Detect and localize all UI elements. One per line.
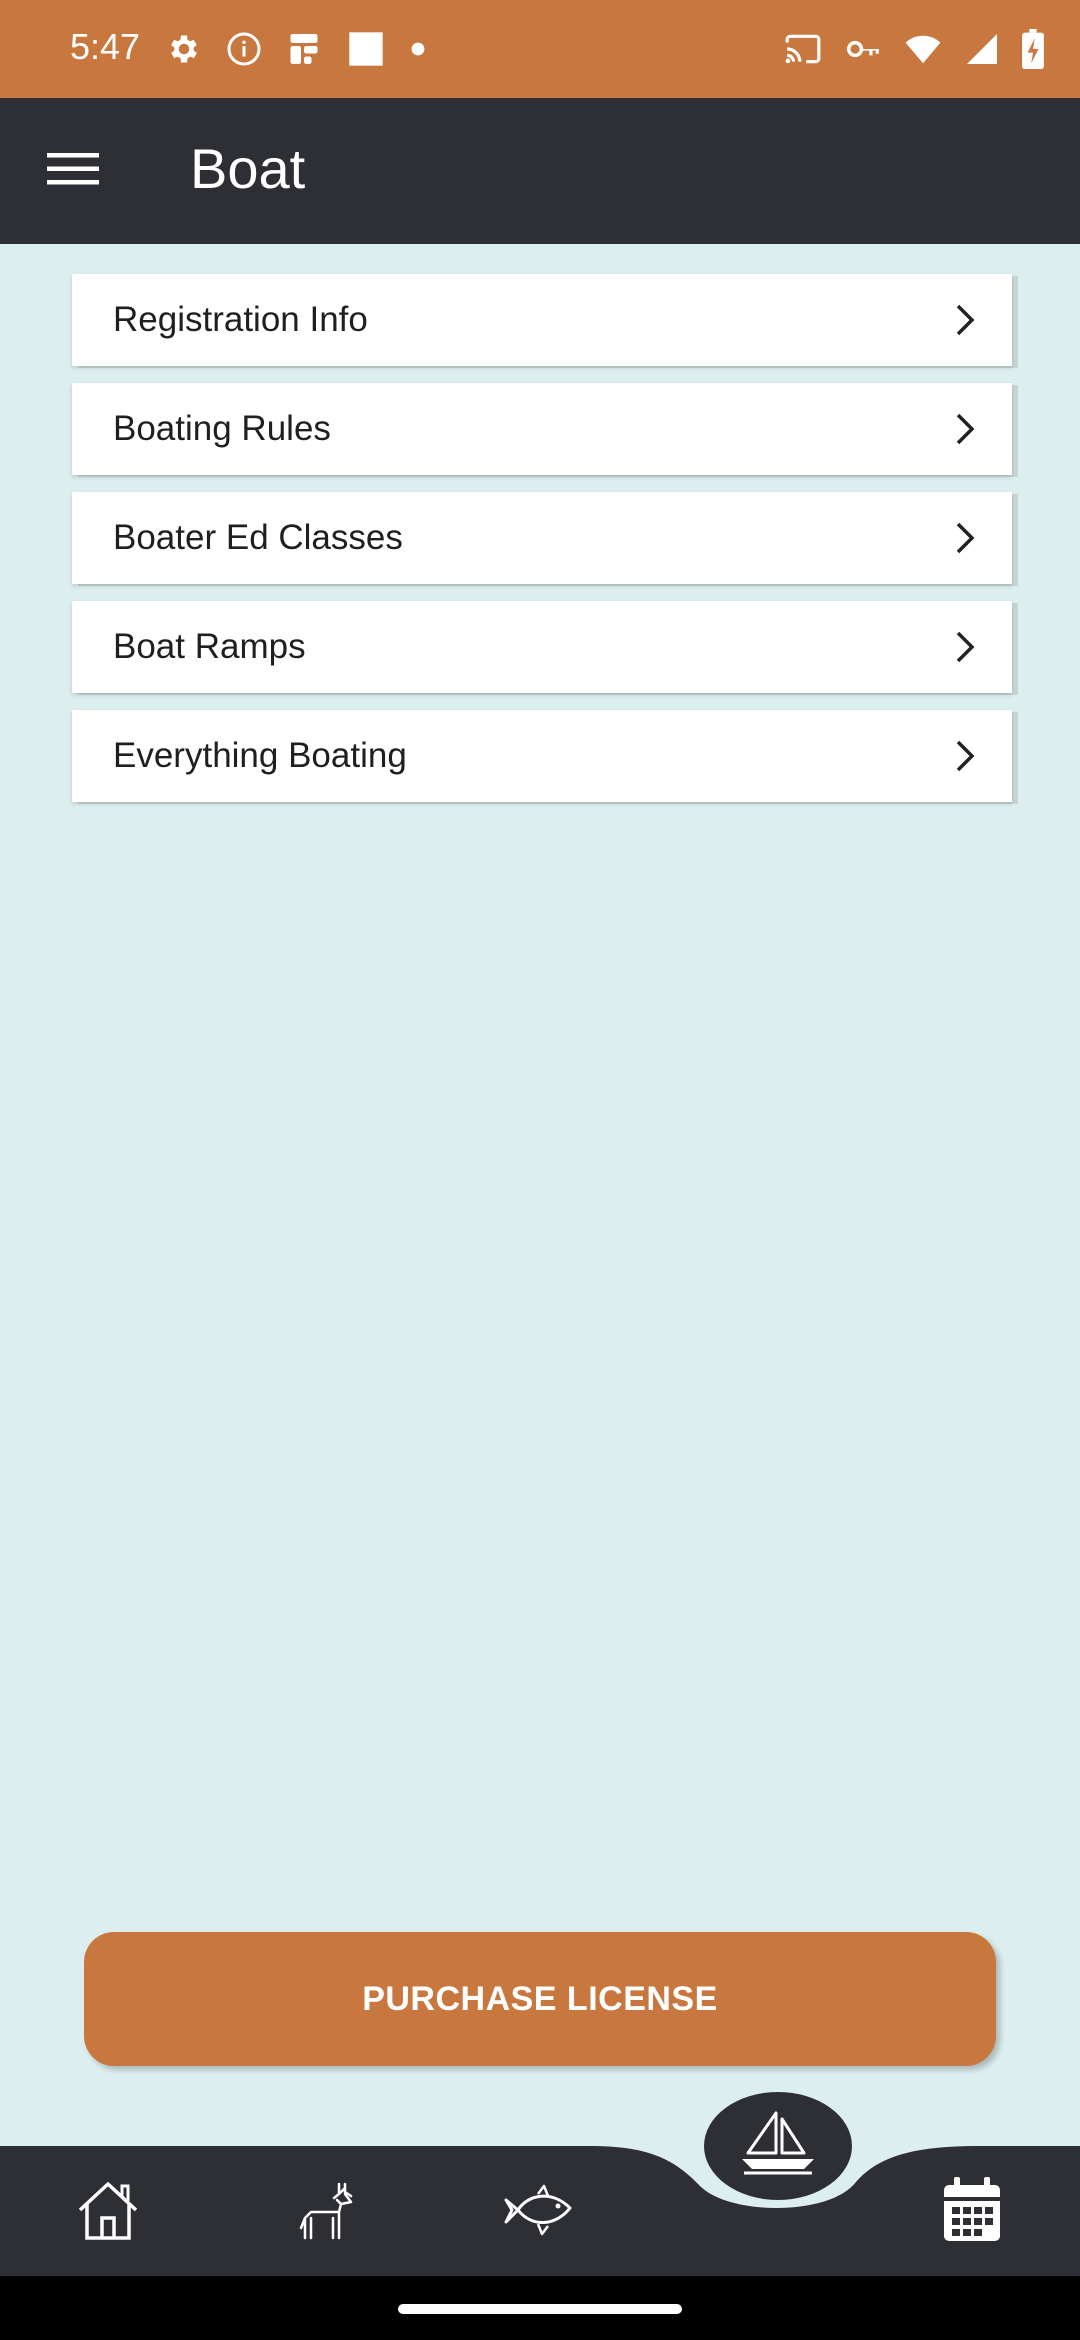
bottom-nav <box>0 2090 1080 2280</box>
app-notification-icon <box>286 31 322 67</box>
gesture-bar <box>0 2276 1080 2340</box>
chevron-right-icon <box>956 413 975 445</box>
list-item-label: Everything Boating <box>113 736 407 775</box>
nav-calendar-button[interactable] <box>912 2152 1032 2272</box>
app-bar: Boat <box>0 98 1080 244</box>
list-item-boating-rules[interactable]: Boating Rules <box>72 383 1012 475</box>
settings-icon <box>166 31 202 67</box>
page-title: Boat <box>190 137 306 200</box>
deer-icon <box>293 2178 357 2246</box>
list-item-label: Registration Info <box>113 300 368 339</box>
list-item-label: Boating Rules <box>113 409 331 448</box>
list-item-boat-ramps[interactable]: Boat Ramps <box>72 601 1012 693</box>
menu-button[interactable] <box>24 122 122 220</box>
nav-home-button[interactable] <box>48 2152 168 2272</box>
list-item-label: Boat Ramps <box>113 627 306 666</box>
battery-charging-icon <box>1022 29 1044 69</box>
signal-icon <box>964 31 1000 67</box>
home-gesture-handle[interactable] <box>398 2304 682 2314</box>
dot-icon <box>410 41 426 57</box>
info-icon <box>226 31 262 67</box>
nav-hunt-button[interactable] <box>265 2152 385 2272</box>
list-item-label: Boater Ed Classes <box>113 518 403 557</box>
hamburger-menu-icon <box>47 149 99 193</box>
home-icon <box>72 2174 144 2250</box>
chevron-right-icon <box>956 522 975 554</box>
list-item-everything-boating[interactable]: Everything Boating <box>72 710 1012 802</box>
chevron-right-icon <box>956 304 975 336</box>
purchase-license-button[interactable]: PURCHASE LICENSE <box>84 1932 996 2066</box>
status-icons-right <box>784 26 1044 72</box>
fish-icon <box>504 2180 576 2244</box>
chevron-right-icon <box>956 740 975 772</box>
calendar-icon <box>942 2177 1002 2247</box>
cast-icon <box>784 30 822 68</box>
nav-fish-button[interactable] <box>480 2152 600 2272</box>
nav-boat-button[interactable] <box>704 2092 852 2200</box>
status-icons-left <box>166 26 426 72</box>
chevron-right-icon <box>956 631 975 663</box>
list-item-registration-info[interactable]: Registration Info <box>72 274 1012 366</box>
wifi-icon <box>904 30 942 68</box>
menu-list: Registration Info Boating Rules Boater E… <box>72 274 1012 819</box>
list-item-boater-ed-classes[interactable]: Boater Ed Classes <box>72 492 1012 584</box>
square-icon <box>346 29 386 69</box>
status-time: 5:47 <box>70 26 141 67</box>
sailboat-icon <box>738 2109 818 2183</box>
vpn-key-icon <box>844 30 882 68</box>
status-bar: 5:47 <box>0 0 1080 98</box>
